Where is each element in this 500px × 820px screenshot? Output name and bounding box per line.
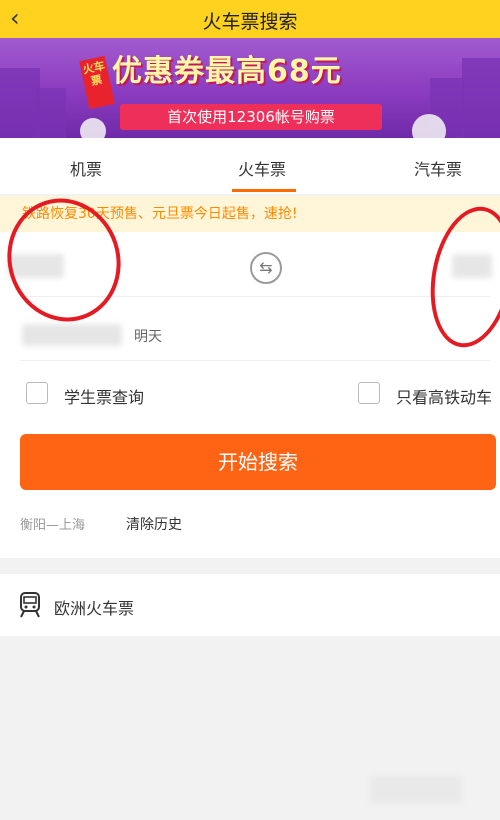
train-icon [20, 592, 40, 618]
top-bar: ‹ 火车票搜索 [0, 0, 500, 38]
banner-building [462, 58, 500, 138]
watermark-blur [370, 776, 462, 804]
tab-bus[interactable]: 汽车票 [414, 156, 462, 180]
banner-building [36, 88, 66, 138]
banner-tag: 火车票 [79, 55, 115, 110]
banner-headline: 优惠券最高68元 [112, 54, 342, 89]
swap-arrows-icon[interactable]: ⇆ [250, 252, 282, 284]
search-history-item[interactable]: 衡阳—上海 [20, 514, 85, 533]
tab-flight[interactable]: 机票 [70, 156, 102, 180]
page-title: 火车票搜索 [202, 11, 298, 33]
search-button[interactable]: 开始搜索 [20, 434, 496, 490]
highspeed-only-label: 只看高铁动车 [396, 388, 493, 407]
student-ticket-label: 学生票查询 [64, 388, 145, 407]
promo-banner[interactable]: 火车票 优惠券最高68元 首次使用12306帐号购票 [0, 38, 500, 138]
banner-subtitle: 首次使用12306帐号购票 [120, 104, 382, 130]
clear-history-button[interactable]: 清除历史 [126, 514, 182, 534]
highspeed-only-checkbox[interactable] [358, 382, 380, 404]
date-field[interactable] [22, 324, 122, 346]
search-form: ⇆ 明天 学生票查询 只看高铁动车 开始搜索 衡阳—上海 清除历史 [0, 183, 500, 558]
banner-cloud-decoration [80, 118, 106, 138]
banner-building [0, 68, 40, 138]
tab-train[interactable]: 火车票 [238, 156, 286, 180]
student-ticket-checkbox[interactable] [26, 382, 48, 404]
europe-train-label: 欧洲火车票 [54, 599, 135, 618]
date-relative-label: 明天 [134, 329, 162, 345]
transport-tabs: 机票 火车票 汽车票 [0, 138, 500, 194]
europe-train-row[interactable]: 欧洲火车票 [0, 574, 500, 636]
divider [20, 360, 490, 361]
active-tab-indicator [232, 189, 296, 192]
